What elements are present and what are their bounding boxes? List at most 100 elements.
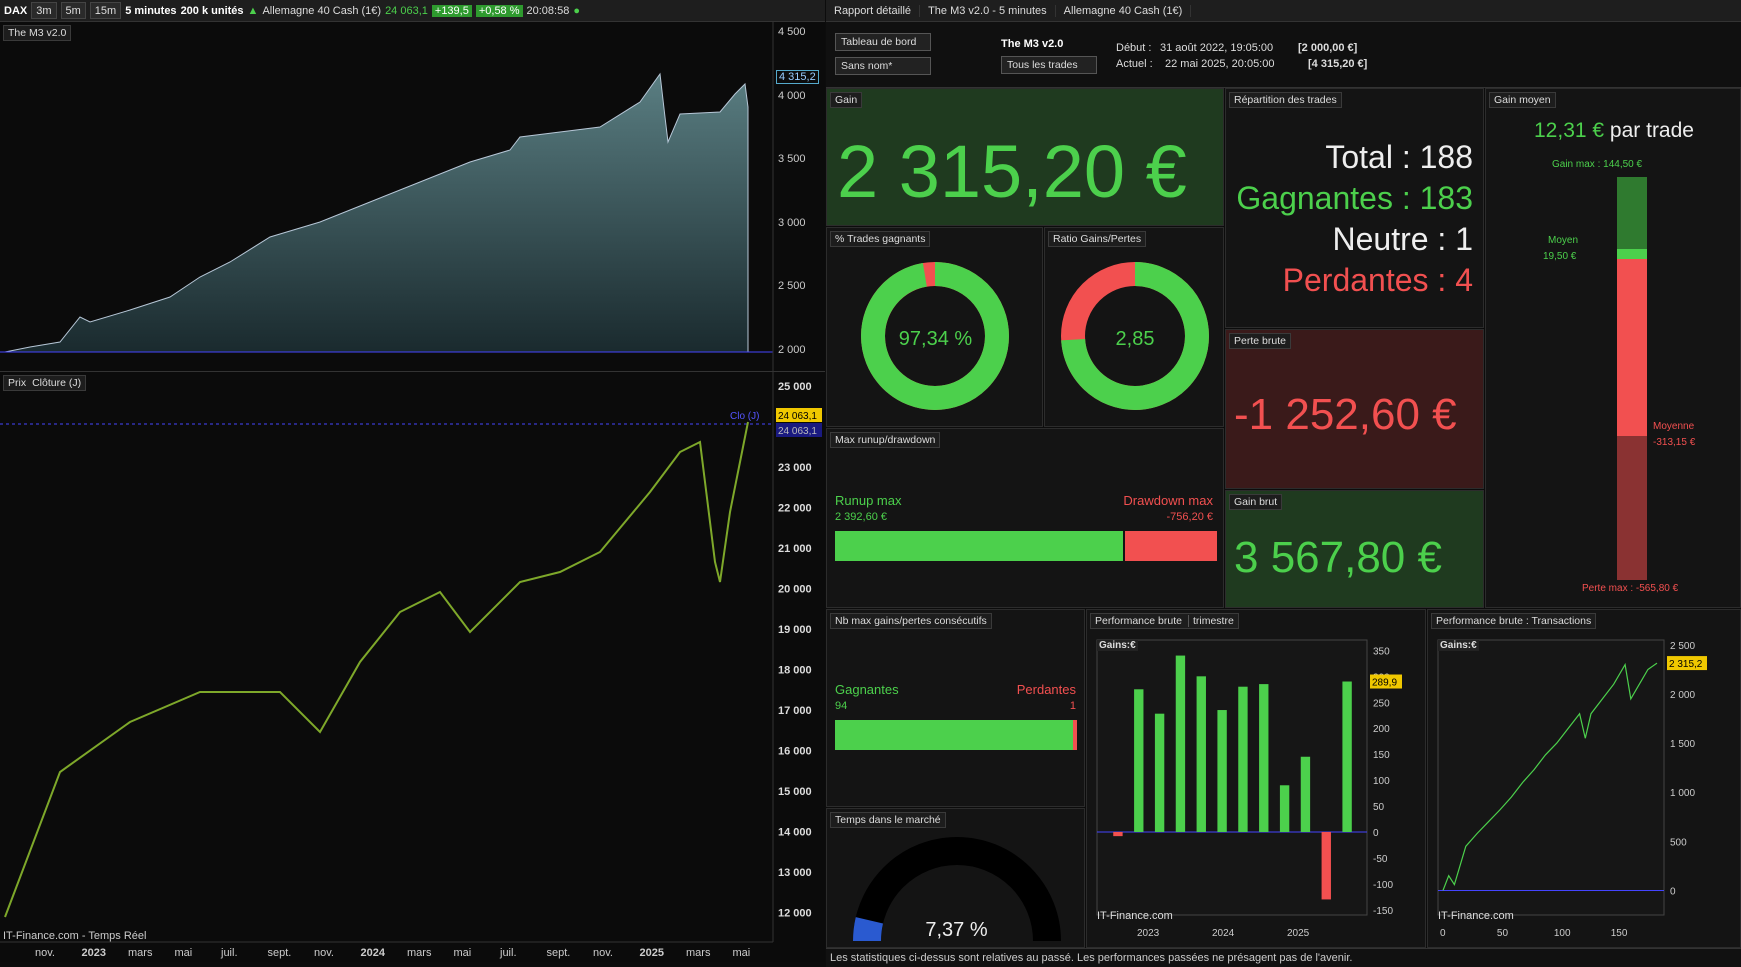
start-value: 31 août 2022, 19:05:00	[1160, 42, 1274, 54]
trans-x-tick: 0	[1440, 928, 1446, 939]
equity-axis-tick: 2 500	[778, 280, 806, 292]
now-label: Actuel :	[1116, 58, 1153, 70]
gain-moyen-panel: Gain moyen 12,31 € par trade Gain max : …	[1485, 88, 1741, 608]
price-x-tick: mars	[407, 947, 432, 959]
price-current-badge: 24 063,1	[776, 408, 822, 422]
perf-brute-inner: Gains:€	[1097, 640, 1138, 651]
perf-current-badge: 289,9	[1370, 674, 1402, 689]
perf-bar	[1217, 710, 1227, 832]
perf-bar	[1279, 785, 1290, 832]
trans-x-tick: 150	[1611, 928, 1628, 939]
perf-bar	[1196, 676, 1206, 832]
losing-trades: Perdantes : 4	[1282, 262, 1473, 298]
price-axis-tick: 25 000	[778, 381, 812, 393]
perf-axis-tick: -100	[1373, 880, 1393, 891]
perf-axis-tick: 350	[1373, 646, 1390, 657]
price-axis-tick: 21 000	[778, 543, 812, 555]
trades-select[interactable]: Tous les trades	[1001, 56, 1097, 74]
consec-win-value: 94	[835, 700, 848, 712]
tf-15m-button[interactable]: 15m	[89, 2, 122, 19]
price-current-badge-2: 24 063,1	[776, 423, 822, 437]
change-badge: +139,5	[431, 4, 472, 17]
gain-brut-title: Gain brut	[1229, 494, 1283, 510]
trans-axis-tick: 0	[1670, 886, 1676, 897]
consec-win-label: Gagnantes	[835, 682, 899, 697]
start-label: Début :	[1116, 42, 1152, 54]
perf-bar	[1154, 713, 1165, 832]
name-select[interactable]: Sans nom*	[835, 57, 931, 75]
loss-avg-bar	[1617, 259, 1647, 436]
now-value: 22 mai 2025, 20:05:00	[1165, 58, 1275, 70]
tf-5m-button[interactable]: 5m	[60, 2, 86, 19]
interval-select[interactable]: 5 minutes	[125, 5, 176, 17]
dd-bar	[1125, 531, 1217, 561]
report-title: Rapport détaillé	[826, 4, 921, 17]
perf-axis-tick: 50	[1373, 802, 1385, 813]
price-axis-tick: 18 000	[778, 665, 812, 677]
perte-brute-value: -1 252,60 €	[1234, 390, 1457, 439]
consec-panel: Nb max gains/pertes consécutifs Gagnante…	[826, 609, 1085, 807]
runup-label: Runup max	[835, 493, 902, 508]
repartition-panel: Répartition des trades Total : 188 Gagna…	[1225, 88, 1484, 328]
perf-axis-tick: 250	[1373, 698, 1390, 709]
price-axis-tick: 14 000	[778, 827, 812, 839]
view-select[interactable]: Tableau de bord	[835, 33, 931, 51]
gain-max-bar	[1617, 177, 1647, 249]
perf-bar	[1321, 831, 1331, 900]
clo-label: Clo (J)	[730, 411, 759, 422]
instrument-label: Allemagne 40 Cash (1€)	[262, 4, 382, 17]
strategy-name: The M3 v2.0	[1001, 38, 1064, 50]
price-x-tick: mai	[175, 947, 193, 959]
gain-brut-value: 3 567,80 €	[1234, 533, 1442, 582]
loss-avg-value: -313,15 €	[1653, 437, 1696, 448]
svg-text:289,9: 289,9	[1372, 678, 1397, 689]
live-dot-icon: ●	[573, 4, 580, 17]
tf-3m-button[interactable]: 3m	[31, 2, 57, 19]
dd-value: -756,20 €	[1166, 511, 1213, 523]
left-toolbar: DAX 3m 5m 15m 5 minutes 200 k unités ▲ A…	[0, 0, 825, 22]
gain-brut-panel: Gain brut 3 567,80 €	[1225, 490, 1484, 608]
ticker-select[interactable]: DAX	[4, 5, 27, 17]
change-pct-badge: +0,58 %	[475, 4, 523, 17]
price-series	[4, 421, 749, 918]
neutral-trades: Neutre : 1	[1332, 221, 1473, 257]
price-axis-tick: 20 000	[778, 584, 812, 596]
ratio-value: 2,85	[1115, 328, 1155, 350]
dd-label: Drawdown max	[1123, 493, 1213, 508]
repartition-title: Répartition des trades	[1229, 92, 1342, 108]
gain-avg-value: 19,50 €	[1543, 251, 1577, 262]
perf-axis-tick: -50	[1373, 854, 1388, 865]
perf-bar	[1342, 681, 1352, 832]
perf-x-tick: 2024	[1212, 928, 1235, 939]
trans-axis-tick: 2 500	[1670, 641, 1695, 652]
loss-max-bar	[1617, 436, 1647, 580]
perf-bar	[1175, 655, 1186, 832]
price-x-tick: 2023	[82, 947, 106, 959]
perf-bar	[1113, 831, 1123, 837]
chart-type-icon[interactable]: ▲	[248, 5, 259, 17]
perf-trans-panel: Performance brute : Transactions 2 500 2 …	[1427, 609, 1741, 948]
price-x-tick: nov.	[35, 947, 55, 959]
perf-axis-tick: -150	[1373, 906, 1393, 917]
perte-brute-title: Perte brute	[1229, 333, 1291, 349]
equity-area	[4, 72, 749, 353]
equity-axis-tick: 4 000	[778, 89, 806, 102]
trans-axis-tick: 2 000	[1670, 690, 1695, 701]
gain-title: Gain	[830, 92, 863, 108]
equity-axis-tick: 4 500	[778, 26, 806, 38]
time-market-value: 7,37 %	[925, 919, 988, 941]
perf-bar	[1134, 689, 1144, 832]
equity-axis-tick: 3 500	[778, 153, 806, 165]
price-label: 24 063,1	[385, 4, 428, 17]
price-axis-tick: 22 000	[778, 503, 812, 515]
price-x-tick: nov.	[314, 947, 334, 959]
pct-win-panel: % Trades gagnants 97,34 %	[826, 227, 1043, 427]
svg-text:24 063,1: 24 063,1	[778, 426, 817, 437]
trans-current-badge: 2 315,2	[1667, 656, 1707, 671]
price-x-tick: nov.	[593, 947, 613, 959]
units-select[interactable]: 200 k unités	[181, 5, 244, 17]
price-x-tick: mai	[454, 947, 472, 959]
time-market-panel: Temps dans le marché 7,37 %	[826, 808, 1085, 948]
price-x-tick: sept.	[268, 947, 292, 959]
gain-avg-label: Moyen	[1548, 235, 1579, 246]
